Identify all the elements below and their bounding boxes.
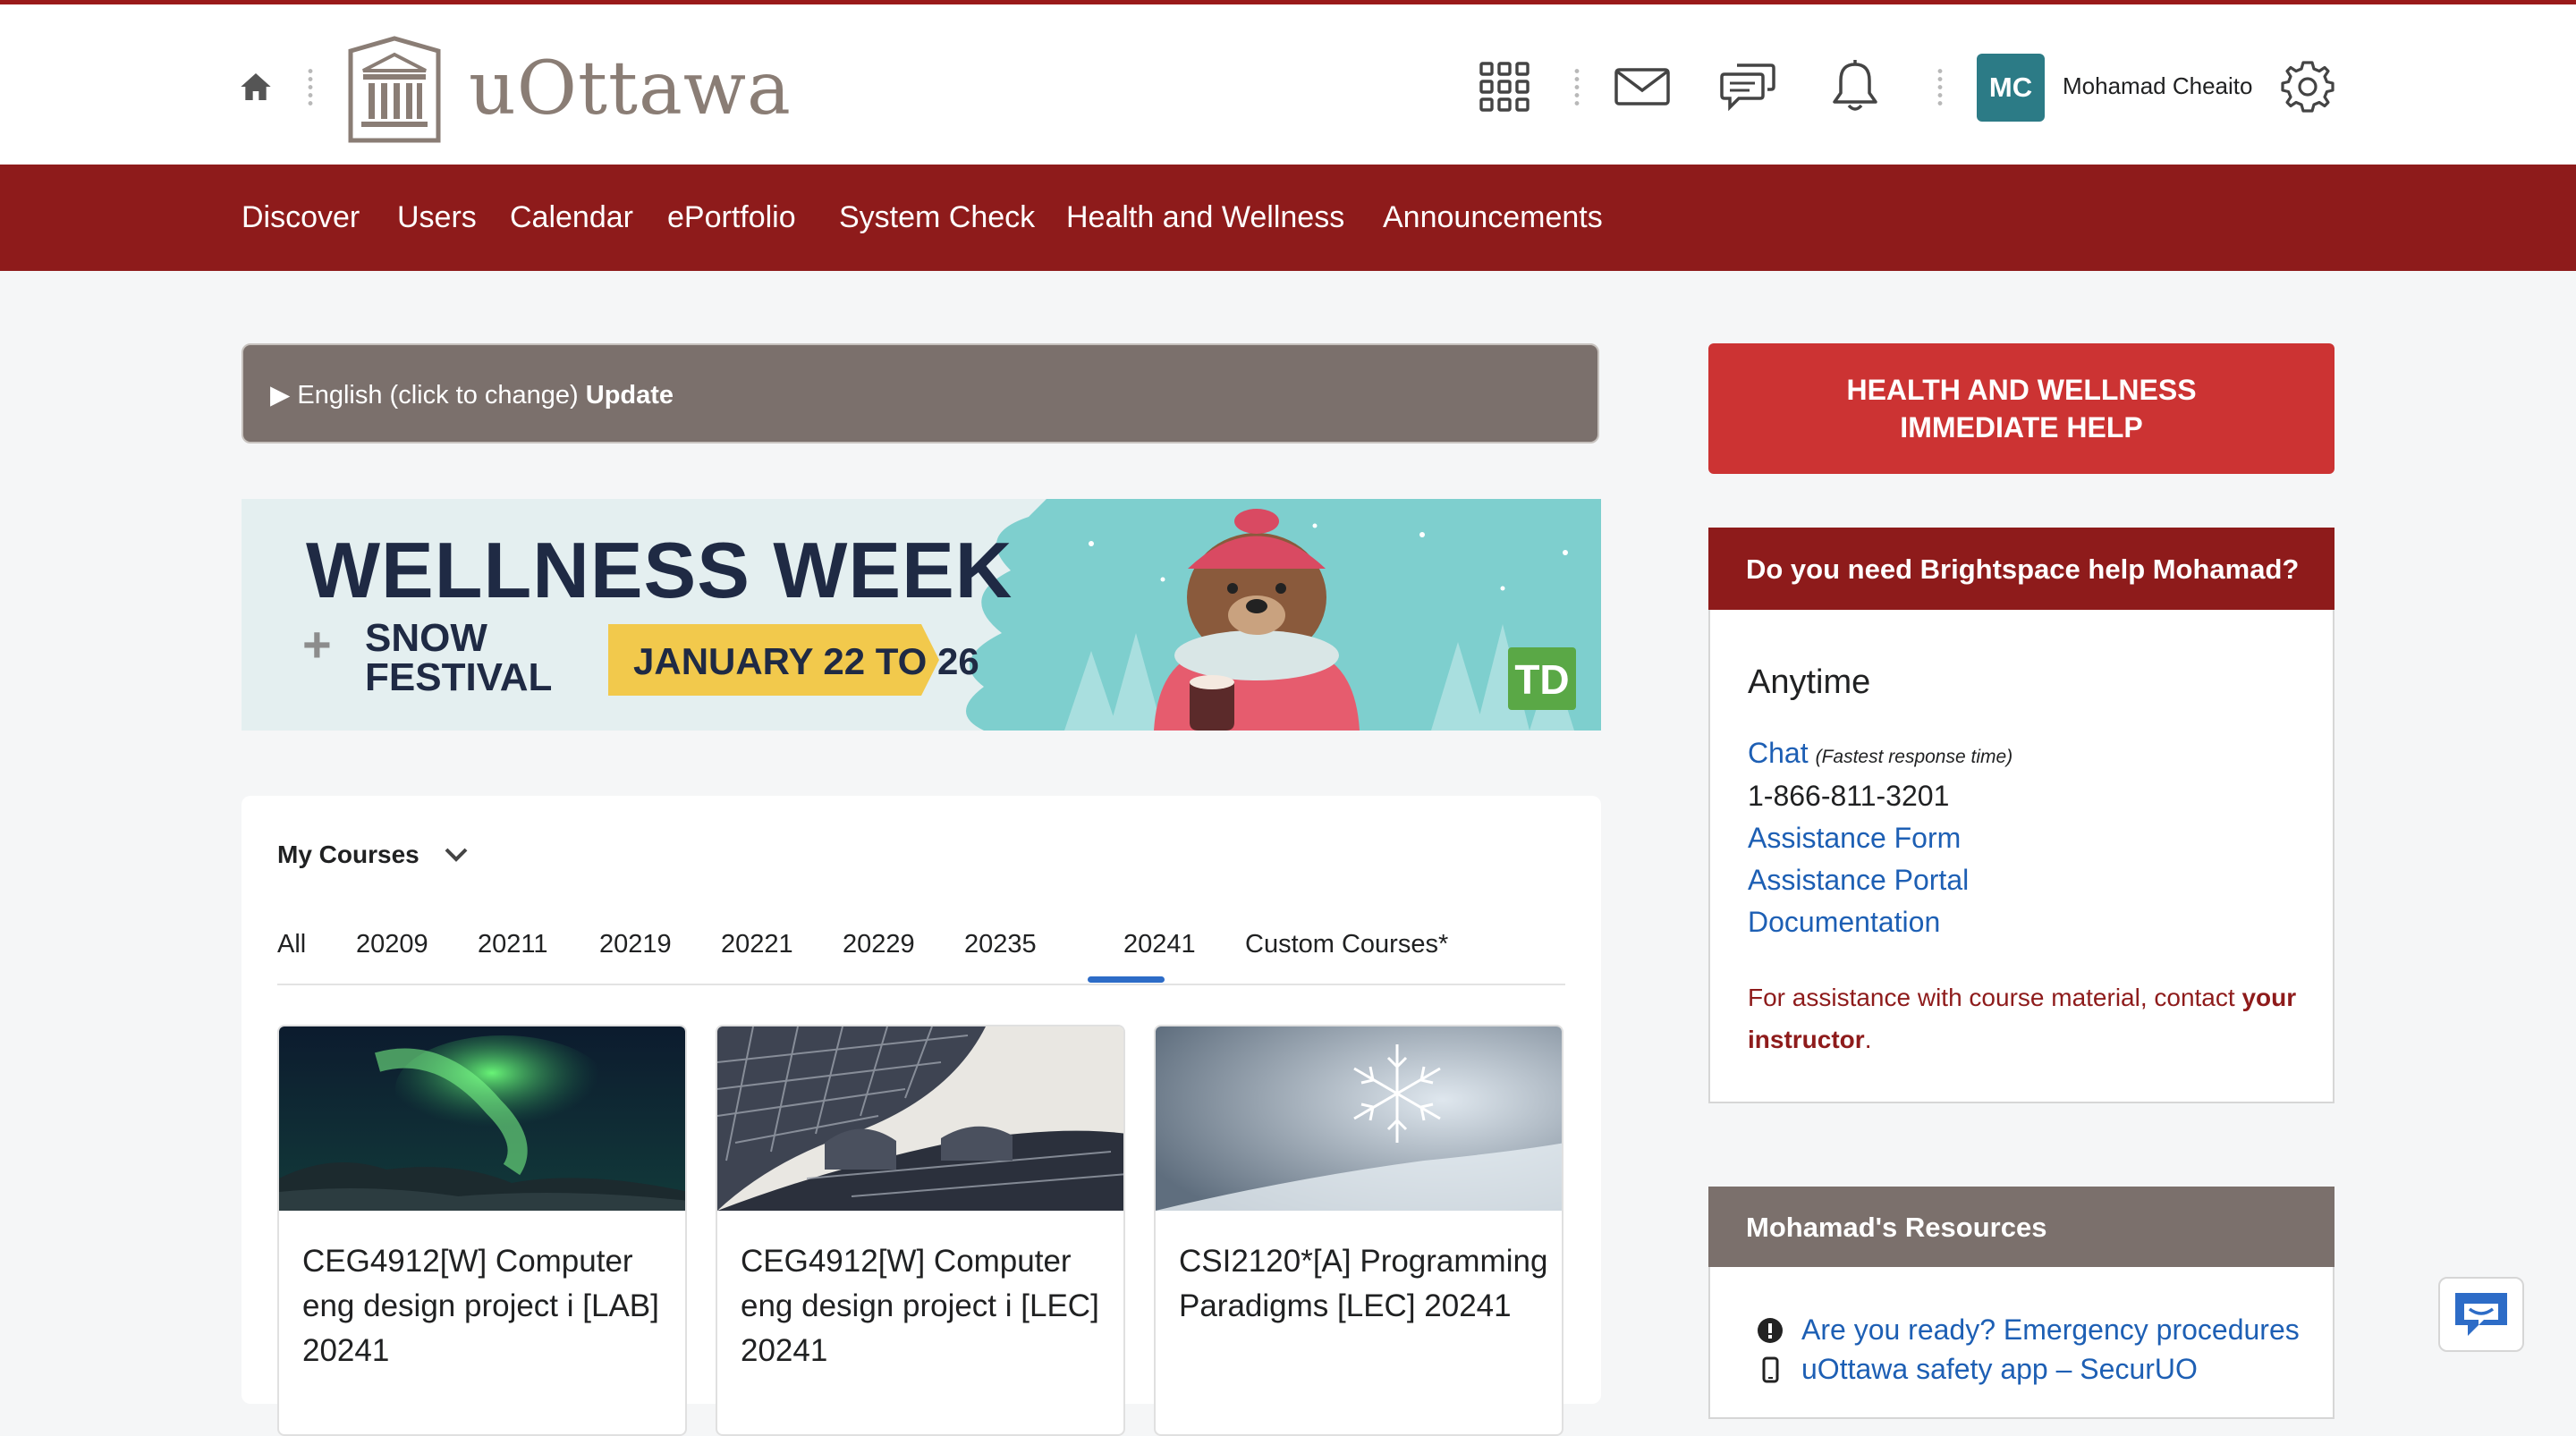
tab-all[interactable]: All <box>277 930 306 959</box>
banner-illustration: TD WELLNESS WEEK + SNOW FESTIVAL JANUARY… <box>242 499 1601 731</box>
home-icon[interactable] <box>238 69 274 105</box>
course-tile[interactable]: CEG4912[W] Computer eng design project i… <box>716 1025 1125 1436</box>
bell-icon[interactable] <box>1825 56 1885 117</box>
banner-sponsor: TD <box>1514 656 1569 703</box>
my-courses-widget: My Courses All 20209 20211 20219 20221 2… <box>242 796 1601 1436</box>
selected-tab-indicator <box>1088 976 1165 983</box>
university-crest-icon <box>348 35 441 142</box>
resources-header: Mohamad's Resources <box>1708 1187 2334 1267</box>
mail-icon[interactable] <box>1612 56 1673 117</box>
chat-bubbles-icon[interactable] <box>1717 56 1778 117</box>
tab-20241[interactable]: 20241 <box>1123 930 1196 959</box>
assistance-portal-link[interactable]: Assistance Portal <box>1748 864 1969 897</box>
avatar[interactable]: MC <box>1977 54 2045 122</box>
language-selector[interactable]: ▶ English (click to change) Update <box>242 343 1599 443</box>
nav-users[interactable]: Users <box>397 200 477 235</box>
help-phone: 1-866-811-3201 <box>1748 780 1950 812</box>
gear-icon[interactable] <box>2277 56 2338 117</box>
course-name[interactable]: CEG4912[W] Computer eng design project i… <box>302 1239 678 1373</box>
nav-discover[interactable]: Discover <box>242 200 360 235</box>
help-widget-header: Do you need Brightspace help Mohamad? <box>1708 528 2334 610</box>
chat-link[interactable]: Chat <box>1748 737 1809 769</box>
nav-system-check[interactable]: System Check <box>839 200 1035 235</box>
header: uOttawa MC Mohamad Cheaito <box>0 4 2576 165</box>
course-image-eiffel-tower <box>717 1026 1123 1211</box>
wellness-week-banner[interactable]: TD WELLNESS WEEK + SNOW FESTIVAL JANUARY… <box>242 499 1601 731</box>
banner-title: WELLNESS WEEK <box>306 526 1013 614</box>
course-name[interactable]: CEG4912[W] Computer eng design project i… <box>741 1239 1116 1373</box>
resource-item-safety-app[interactable]: uOttawa safety app – SecurUO <box>1757 1353 2198 1386</box>
uottawa-logo[interactable]: uOttawa <box>345 33 791 145</box>
banner-subtitle-line2: FESTIVAL <box>365 655 552 699</box>
banner-dates: JANUARY 22 TO 26 <box>633 640 979 682</box>
divider <box>1937 67 1943 108</box>
divider <box>1574 67 1580 108</box>
tab-20235[interactable]: 20235 <box>964 930 1037 959</box>
tab-20209[interactable]: 20209 <box>356 930 428 959</box>
divider <box>308 67 313 108</box>
resource-item-emergency[interactable]: Are you ready? Emergency procedures <box>1757 1314 2300 1347</box>
nav-eportfolio[interactable]: ePortfolio <box>667 200 796 235</box>
mobile-phone-icon <box>1762 1356 1779 1382</box>
nav-calendar[interactable]: Calendar <box>510 200 633 235</box>
health-wellness-help-button[interactable]: HEALTH AND WELLNESS IMMEDIATE HELP <box>1708 343 2334 474</box>
help-anytime-heading: Anytime <box>1748 663 1871 701</box>
alert-circle-icon <box>1758 1317 1783 1343</box>
chat-widget-button[interactable] <box>2438 1277 2524 1352</box>
language-text: ▶ English (click to change) Update <box>270 381 674 410</box>
tab-custom-courses[interactable]: Custom Courses* <box>1245 930 1448 959</box>
tab-20221[interactable]: 20221 <box>721 930 793 959</box>
tab-20229[interactable]: 20229 <box>843 930 915 959</box>
tab-20211[interactable]: 20211 <box>478 930 548 959</box>
nav-health-and-wellness[interactable]: Health and Wellness <box>1066 200 1344 235</box>
nav-announcements[interactable]: Announcements <box>1383 200 1603 235</box>
language-update-link[interactable]: Update <box>586 381 674 410</box>
chat-support-icon <box>2455 1293 2507 1336</box>
course-image-aurora <box>279 1026 685 1211</box>
apps-grid-icon[interactable] <box>1474 56 1535 117</box>
course-tile[interactable]: CSI2120*[A] Programming Paradigms [LEC] … <box>1154 1025 1563 1436</box>
tabs-divider <box>277 984 1565 985</box>
user-name[interactable]: Mohamad Cheaito <box>2063 72 2252 100</box>
tab-20219[interactable]: 20219 <box>599 930 672 959</box>
course-tabs: All 20209 20211 20219 20221 20229 20235 … <box>277 930 1565 975</box>
assistance-form-link[interactable]: Assistance Form <box>1748 822 1961 855</box>
banner-plus: + <box>302 616 332 672</box>
chevron-down-icon[interactable] <box>444 846 469 864</box>
my-courses-title: My Courses <box>277 840 419 868</box>
course-name[interactable]: CSI2120*[A] Programming Paradigms [LEC] … <box>1179 1239 1555 1329</box>
chat-note: (Fastest response time) <box>1815 747 2013 767</box>
main-nav: Discover Users Calendar ePortfolio Syste… <box>0 165 2576 271</box>
logo-text: uOttawa <box>469 46 792 131</box>
resources-widget: Mohamad's Resources Are you ready? Emerg… <box>1708 1187 2334 1419</box>
chat-link-row: Chat (Fastest response time) <box>1748 737 2012 770</box>
brightspace-help-widget: Do you need Brightspace help Mohamad? An… <box>1708 528 2334 1103</box>
documentation-link[interactable]: Documentation <box>1748 906 1940 939</box>
banner-subtitle-line1: SNOW <box>365 616 487 660</box>
course-tile[interactable]: CEG4912[W] Computer eng design project i… <box>277 1025 687 1436</box>
course-image-snowflake <box>1156 1026 1562 1211</box>
help-assist-text: For assistance with course material, con… <box>1748 984 2297 1053</box>
